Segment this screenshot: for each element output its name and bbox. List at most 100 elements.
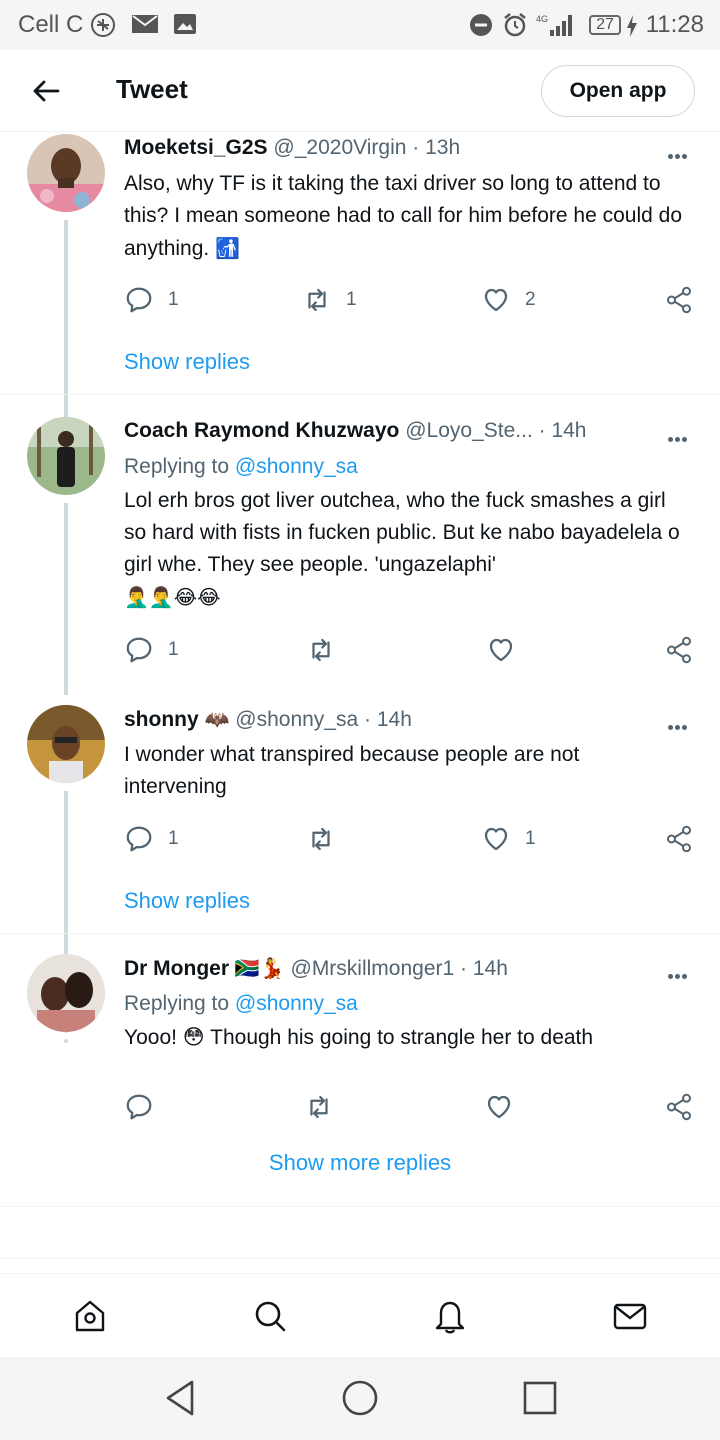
tweet-meta: Dr Monger 🇿🇦💃 @Mrskillmonger1 · 14h bbox=[124, 956, 508, 980]
home-icon[interactable] bbox=[72, 1298, 108, 1334]
back-triangle-icon[interactable] bbox=[160, 1378, 200, 1418]
tweet-meta: Coach Raymond Khuzwayo @Loyo_Ste... · 14… bbox=[124, 419, 587, 442]
app-header: Tweet Open app bbox=[0, 50, 720, 132]
more-options-icon[interactable] bbox=[668, 966, 692, 979]
search-icon[interactable] bbox=[252, 1298, 288, 1334]
avatar[interactable] bbox=[27, 134, 105, 212]
retweet-icon bbox=[308, 288, 326, 312]
share-icon bbox=[667, 1093, 691, 1121]
share-button[interactable] bbox=[664, 635, 694, 665]
tweet-text: I wonder what transpired because people … bbox=[124, 743, 580, 798]
heart-icon bbox=[487, 1095, 511, 1119]
back-arrow-icon[interactable] bbox=[30, 74, 64, 108]
author-name[interactable]: Moeketsi_G2S bbox=[124, 136, 268, 159]
retweet-button[interactable] bbox=[306, 824, 336, 854]
thread-line bbox=[64, 503, 68, 695]
mention-link[interactable]: @shonny_sa bbox=[235, 455, 358, 478]
like-count: 1 bbox=[525, 828, 536, 849]
reply-button[interactable] bbox=[124, 1092, 154, 1122]
like-button[interactable]: 2 bbox=[481, 285, 536, 315]
show-more-replies-link[interactable]: Show more replies bbox=[0, 1150, 720, 1176]
system-nav-bar bbox=[0, 1357, 720, 1440]
divider bbox=[0, 394, 720, 395]
bat-emoji: 🦇 bbox=[204, 707, 230, 731]
heart-icon bbox=[489, 638, 513, 662]
share-button[interactable] bbox=[664, 1092, 694, 1122]
retweet-icon bbox=[312, 638, 330, 662]
tweet-actions: 1 1 bbox=[124, 824, 694, 854]
more-options-icon[interactable] bbox=[668, 429, 692, 442]
author-handle: @Mrskillmonger1 bbox=[290, 957, 455, 980]
reply-count: 1 bbox=[168, 289, 179, 310]
tweet-text: Also, why TF is it taking the taxi drive… bbox=[124, 172, 682, 260]
retweet-button[interactable]: 1 bbox=[302, 285, 357, 315]
thread-dots bbox=[64, 350, 68, 380]
share-icon bbox=[667, 636, 691, 664]
reply-count: 1 bbox=[168, 639, 179, 660]
divider bbox=[0, 1206, 720, 1207]
tweet-meta: Moeketsi_G2S @_2020Virgin · 13h bbox=[124, 136, 461, 159]
more-options-icon[interactable] bbox=[668, 717, 692, 730]
emoji-row: 🤦‍♂️🤦‍♂️😂😂 bbox=[124, 585, 221, 609]
reply-count: 1 bbox=[168, 828, 179, 849]
status-bar: Cell C 4G 27 11:28 bbox=[0, 0, 720, 50]
avatar[interactable] bbox=[27, 954, 105, 1032]
share-button[interactable] bbox=[664, 824, 694, 854]
notifications-icon[interactable] bbox=[432, 1298, 468, 1334]
author-name[interactable]: Dr Monger bbox=[124, 957, 229, 980]
show-replies-link[interactable]: Show replies bbox=[124, 888, 250, 914]
reply-icon bbox=[126, 637, 152, 663]
more-options-icon[interactable] bbox=[668, 146, 692, 159]
author-handle: @shonny_sa bbox=[235, 708, 359, 731]
safari-icon bbox=[91, 13, 115, 37]
retweet-button[interactable] bbox=[304, 1092, 334, 1122]
show-replies-link[interactable]: Show replies bbox=[124, 349, 250, 375]
svg-text:4G: 4G bbox=[536, 14, 548, 24]
messages-icon[interactable] bbox=[612, 1298, 648, 1334]
flag-dancer-emoji: 🇿🇦💃 bbox=[234, 956, 285, 980]
divider bbox=[0, 933, 720, 934]
avatar[interactable] bbox=[27, 417, 105, 495]
share-button[interactable] bbox=[664, 285, 694, 315]
home-circle-icon[interactable] bbox=[340, 1378, 380, 1418]
like-button[interactable]: 1 bbox=[481, 824, 536, 854]
author-name[interactable]: shonny bbox=[124, 708, 199, 731]
avatar[interactable] bbox=[27, 705, 105, 783]
litter-emoji: 🚮 bbox=[215, 236, 240, 260]
heart-icon bbox=[484, 827, 508, 851]
tweet-text: Yooo! 😳 Though his going to strangle her… bbox=[124, 1026, 594, 1049]
recents-square-icon[interactable] bbox=[520, 1378, 560, 1418]
author-handle: @Loyo_Ste... bbox=[405, 419, 533, 442]
share-icon bbox=[667, 286, 691, 314]
tweet-time: 14h bbox=[472, 957, 508, 980]
retweet-count: 1 bbox=[346, 289, 357, 310]
mention-link[interactable]: @shonny_sa bbox=[235, 992, 358, 1015]
gallery-icon bbox=[174, 14, 196, 34]
reply-button[interactable]: 1 bbox=[124, 824, 179, 854]
author-name[interactable]: Coach Raymond Khuzwayo bbox=[124, 419, 399, 442]
share-icon bbox=[667, 825, 691, 853]
like-button[interactable] bbox=[484, 1092, 514, 1122]
replying-to: Replying to @shonny_sa bbox=[124, 455, 358, 478]
tweet-meta: shonny 🦇 @shonny_sa · 14h bbox=[124, 707, 412, 731]
bottom-nav bbox=[0, 1273, 720, 1357]
dnd-icon bbox=[470, 14, 492, 36]
reply-button[interactable]: 1 bbox=[124, 635, 179, 665]
charging-icon bbox=[627, 15, 637, 37]
heart-icon bbox=[484, 288, 508, 312]
alarm-icon bbox=[504, 13, 526, 37]
retweet-icon bbox=[312, 827, 330, 851]
retweet-icon bbox=[310, 1095, 328, 1119]
like-button[interactable] bbox=[486, 635, 516, 665]
page-title: Tweet bbox=[116, 74, 188, 104]
battery-icon: 27 bbox=[589, 15, 621, 35]
open-app-button[interactable]: Open app bbox=[541, 65, 695, 117]
retweet-button[interactable] bbox=[306, 635, 336, 665]
tweet-text: Lol erh bros got liver outchea, who the … bbox=[124, 489, 680, 609]
reply-button[interactable]: 1 bbox=[124, 285, 179, 315]
replying-to: Replying to @shonny_sa bbox=[124, 992, 358, 1015]
author-handle: @_2020Virgin bbox=[273, 136, 407, 159]
tweet-time: 14h bbox=[551, 419, 587, 442]
like-count: 2 bbox=[525, 289, 536, 310]
clock: 11:28 bbox=[645, 11, 704, 38]
